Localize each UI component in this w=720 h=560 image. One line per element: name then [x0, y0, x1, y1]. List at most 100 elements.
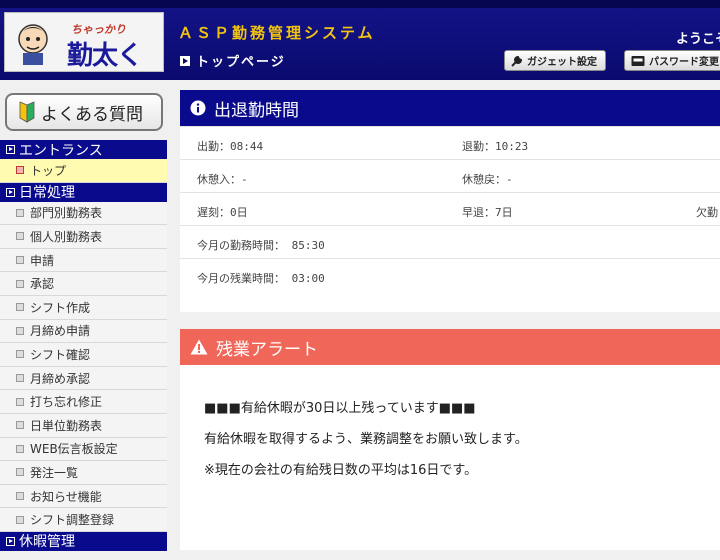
alert-title: 残業アラート: [216, 339, 318, 360]
attendance-row: 今月の残業時間： 03:00: [180, 258, 720, 291]
beginner-mark-icon: [19, 101, 35, 123]
late-count: 遅刻：0日: [197, 206, 248, 219]
bullet-icon: [16, 303, 24, 312]
arrow-box-icon: [6, 536, 15, 546]
break-in-time: 休憩入：-: [197, 173, 248, 186]
menu-label: 個人別勤務表: [30, 229, 103, 244]
attendance-row: 出勤：08:44 退勤：10:23: [180, 126, 720, 159]
menu-label: 申請: [30, 253, 55, 268]
menu-label: 月締め承認: [30, 371, 91, 386]
section-title: エントランス: [19, 142, 103, 159]
attendance-row: 遅刻：0日 早退：7日 欠勤: [180, 192, 720, 225]
bullet-icon: [16, 279, 24, 288]
sidebar-menu: エントランス トップ 日常処理 部門別勤務表 個人別勤務表 申請 承認 シフト作…: [0, 140, 167, 551]
bullet-icon: [16, 232, 24, 241]
sidebar-section-leave[interactable]: 休暇管理: [0, 531, 167, 551]
mascot-icon: [18, 24, 48, 65]
bullet-icon: [16, 468, 24, 477]
menu-label: シフト調整登録: [30, 513, 115, 528]
faq-button[interactable]: よくある質問: [5, 93, 163, 131]
bullet-icon: [16, 397, 24, 406]
sidebar-item-month-close-approval[interactable]: 月締め承認: [0, 366, 167, 391]
alert-line: ■■■有給休暇が30日以上残っています■■■: [204, 401, 476, 416]
break-out-time: 休憩戻：-: [462, 173, 513, 186]
app-logo[interactable]: ちゃっかり 勤太くん: [4, 12, 164, 72]
sidebar-item-punch-fix[interactable]: 打ち忘れ修正: [0, 390, 167, 414]
section-title: 休暇管理: [19, 534, 75, 551]
sidebar-item-order-list[interactable]: 発注一覧: [0, 461, 167, 485]
bullet-icon: [16, 492, 24, 501]
sidebar-section-daily[interactable]: 日常処理: [0, 182, 167, 202]
early-leave-count: 早退：7日: [462, 206, 513, 219]
alert-body: ■■■有給休暇が30日以上残っています■■■ 有給休暇を取得するよう、業務調整を…: [180, 365, 720, 486]
monthly-overtime-hours: 今月の残業時間： 03:00: [197, 272, 325, 285]
bullet-icon: [16, 444, 24, 453]
bullet-icon: [16, 350, 24, 359]
arrow-box-icon: [180, 56, 190, 66]
wrench-icon: [511, 55, 523, 67]
header-stripe: [0, 0, 720, 8]
alert-line: 有給休暇を取得するよう、業務調整をお願い致します。: [204, 432, 528, 447]
arrow-box-icon: [6, 187, 15, 197]
bullet-icon: [16, 515, 24, 524]
sidebar-item-notice[interactable]: お知らせ機能: [0, 484, 167, 509]
attendance-row: 今月の勤務時間： 85:30: [180, 225, 720, 258]
bullet-icon: [16, 374, 24, 383]
attendance-title: 出退勤時間: [214, 100, 299, 121]
clock-out-time: 退勤：10:23: [462, 140, 529, 153]
sidebar-item-dept-schedule[interactable]: 部門別勤務表: [0, 201, 167, 226]
menu-label: 日単位勤務表: [30, 418, 103, 433]
sidebar-item-approval[interactable]: 承認: [0, 272, 167, 296]
sidebar-item-personal-schedule[interactable]: 個人別勤務表: [0, 225, 167, 249]
menu-label: 月締め申請: [30, 324, 91, 339]
info-icon: [190, 100, 206, 116]
logo-name: 勤太くん: [67, 41, 143, 71]
attendance-panel: 出退勤時間 出勤：08:44 退勤：10:23 休憩入：- 休憩戻：- 遅刻：0…: [180, 90, 720, 312]
clock-in-time: 出勤：08:44: [197, 140, 264, 153]
bullet-icon: [16, 421, 24, 430]
absence-count: 欠勤: [696, 206, 718, 219]
password-change-button[interactable]: パスワード変更: [624, 50, 720, 71]
sidebar-item-daily-schedule[interactable]: 日単位勤務表: [0, 413, 167, 438]
sidebar-item-month-close-request[interactable]: 月締め申請: [0, 319, 167, 344]
system-title: ＡＳＰ勤務管理システム: [178, 24, 376, 42]
gadget-settings-label: ガジェット設定: [527, 57, 597, 68]
gadget-settings-button[interactable]: ガジェット設定: [504, 50, 606, 71]
menu-label: シフト確認: [30, 347, 91, 362]
password-change-label: パスワード変更: [649, 57, 719, 68]
monthly-work-hours: 今月の勤務時間： 85:30: [197, 239, 325, 252]
overtime-alert-panel: 残業アラート ■■■有給休暇が30日以上残っています■■■ 有給休暇を取得するよ…: [180, 329, 720, 550]
bullet-icon: [16, 208, 24, 217]
page-crumb-label: トップページ: [196, 55, 286, 70]
sidebar-item-web-board[interactable]: WEB伝言板設定: [0, 437, 167, 462]
menu-label: 承認: [30, 277, 55, 292]
alert-line: ※現在の会社の有給残日数の平均は16日です。: [204, 463, 478, 478]
bullet-icon: [16, 326, 24, 335]
menu-label: WEB伝言板設定: [30, 442, 118, 457]
sidebar-item-shift-create[interactable]: シフト作成: [0, 295, 167, 320]
user-greeting: ようこそ: [676, 32, 720, 47]
bullet-icon: [16, 166, 24, 175]
sidebar-item-shift-adjust[interactable]: シフト調整登録: [0, 508, 167, 532]
menu-label: お知らせ機能: [30, 489, 102, 504]
alert-panel-header: 残業アラート: [180, 329, 720, 365]
menu-label: 発注一覧: [30, 465, 79, 480]
menu-label: 打ち忘れ修正: [30, 395, 103, 410]
app-header: ちゃっかり 勤太くん ＡＳＰ勤務管理システム ようこそ トップページ ガジェット…: [0, 0, 720, 80]
faq-label: よくある質問: [41, 104, 143, 125]
attendance-row: 休憩入：- 休憩戻：-: [180, 159, 720, 192]
sidebar-item-shift-confirm[interactable]: シフト確認: [0, 343, 167, 367]
menu-label: シフト作成: [30, 300, 91, 315]
sidebar-item-top[interactable]: トップ: [0, 159, 167, 183]
warning-icon: [190, 339, 208, 355]
arrow-box-icon: [6, 145, 15, 154]
menu-label: トップ: [30, 163, 67, 178]
section-title: 日常処理: [19, 185, 75, 202]
bullet-icon: [16, 256, 24, 265]
sidebar-section-entrance[interactable]: エントランス: [0, 140, 167, 159]
sidebar-item-request[interactable]: 申請: [0, 248, 167, 273]
page-breadcrumb: トップページ: [180, 51, 286, 70]
id-card-icon: [631, 55, 645, 66]
attendance-panel-header: 出退勤時間: [180, 90, 720, 126]
menu-label: 部門別勤務表: [30, 206, 103, 221]
